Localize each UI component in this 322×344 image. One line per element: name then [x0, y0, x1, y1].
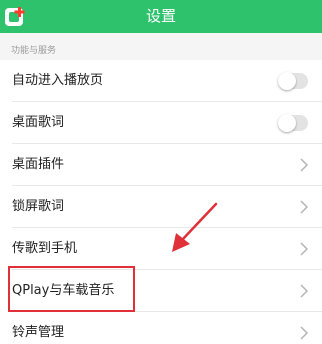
row-label: 桌面歌词	[12, 115, 65, 130]
row-label: 锁屏歌词	[12, 199, 65, 214]
auto-play-page-toggle[interactable]	[278, 72, 308, 90]
row-label: 自动进入播放页	[12, 73, 104, 88]
settings-row-transfer-to-phone[interactable]: 传歌到手机	[0, 228, 322, 270]
settings-row-desktop-lyrics[interactable]: 桌面歌词	[0, 102, 322, 144]
chevron-right-icon	[300, 158, 309, 172]
settings-row-desktop-widget[interactable]: 桌面插件	[0, 144, 322, 186]
settings-row-lockscreen-lyrics[interactable]: 锁屏歌词	[0, 186, 322, 228]
section-header: 功能与服务	[11, 46, 57, 56]
toggle-knob	[278, 72, 296, 90]
settings-screen: 设置 功能与服务 自动进入播放页 桌面歌词 桌面插件 锁屏歌词 传歌到手机 QP…	[0, 0, 322, 344]
row-label: 传歌到手机	[12, 241, 78, 256]
chevron-right-icon	[300, 200, 309, 214]
row-label: 桌面插件	[12, 157, 65, 172]
settings-row-qplay-car-music[interactable]: QPlay与车载音乐	[0, 270, 322, 312]
row-label: QPlay与车载音乐	[12, 283, 115, 298]
row-label: 铃声管理	[12, 325, 65, 340]
chevron-right-icon	[300, 326, 309, 340]
chevron-right-icon	[300, 284, 309, 298]
desktop-lyrics-toggle[interactable]	[278, 114, 308, 132]
chevron-right-icon	[300, 242, 309, 256]
title-bar: 设置	[0, 0, 322, 33]
toggle-knob	[278, 114, 296, 132]
page-title: 设置	[145, 7, 176, 25]
settings-row-ringtone-management[interactable]: 铃声管理	[0, 312, 322, 344]
settings-row-auto-play-page[interactable]: 自动进入播放页	[0, 60, 322, 102]
